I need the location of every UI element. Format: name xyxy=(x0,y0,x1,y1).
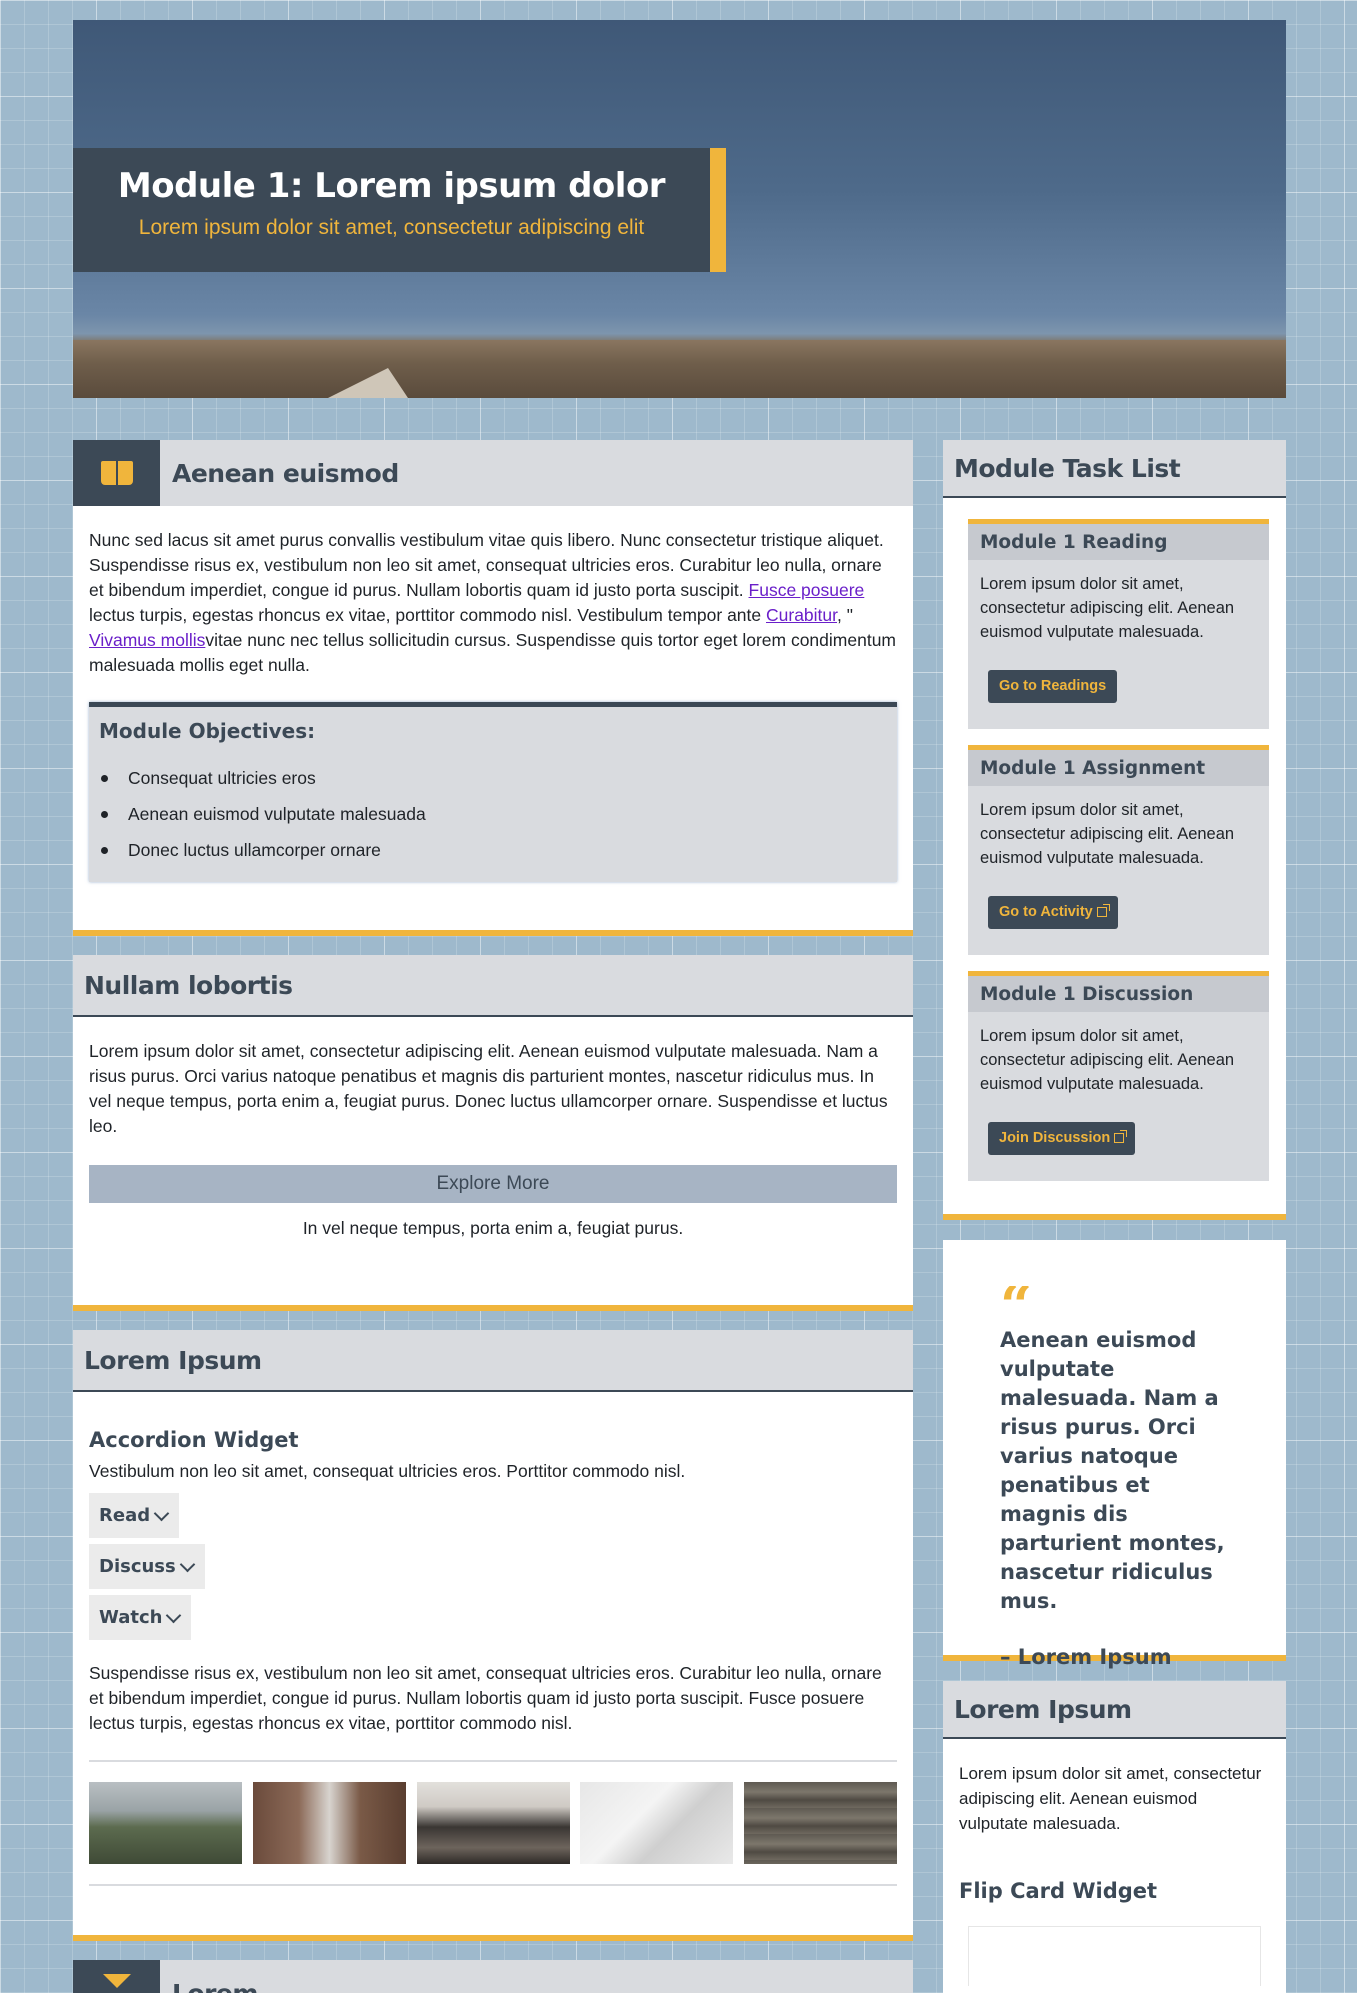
external-link-icon xyxy=(1096,904,1110,917)
accordion-label: Discuss xyxy=(99,1556,176,1577)
quote-icon: “ xyxy=(1000,1286,1236,1316)
task-title: Module 1 Reading xyxy=(968,524,1269,560)
go-to-activity-button[interactable]: Go to Activity xyxy=(988,896,1118,929)
task-list-title: Module Task List xyxy=(954,453,1181,483)
accordion-intro: Vestibulum non leo sit amet, consequat u… xyxy=(89,1461,686,1481)
list-item: Aenean euismod vulputate malesuada xyxy=(99,796,887,832)
section-paragraph: Nunc sed lacus sit amet purus convallis … xyxy=(89,528,897,678)
book-open-icon xyxy=(100,461,133,485)
section-paragraph: Suspendisse risus ex, vestibulum non leo… xyxy=(89,1663,882,1733)
task-description: Lorem ipsum dolor sit amet, consectetur … xyxy=(980,1027,1235,1093)
section-nullam-lobortis: Nullam lobortis Lorem ipsum dolor sit am… xyxy=(73,955,913,1311)
hero-banner: Module 1: Lorem ipsum dolor Lorem ipsum … xyxy=(73,20,1286,398)
side-lorem-ipsum: Lorem Ipsum Lorem ipsum dolor sit amet, … xyxy=(943,1681,1286,1993)
section-header: Aenean euismod xyxy=(73,440,913,506)
link-vivamus-mollis[interactable]: Vivamus mollis xyxy=(89,630,205,650)
accordion-item-watch[interactable]: Watch xyxy=(89,1595,192,1641)
accordion-item-read[interactable]: Read xyxy=(89,1493,180,1539)
paragraph-text: lectus turpis, egestas rhoncus ex vitae,… xyxy=(89,605,766,625)
section-title: Lorem Ipsum xyxy=(84,1345,262,1375)
section-title: Nullam lobortis xyxy=(84,970,293,1000)
button-caption: In vel neque tempus, porta enim a, feugi… xyxy=(302,1218,684,1238)
task-list-header: Module Task List xyxy=(943,440,1286,498)
external-link-icon xyxy=(1114,1130,1128,1143)
quote-author: – Lorem Ipsum xyxy=(1000,1645,1172,1669)
gallery-image-wood[interactable] xyxy=(744,1782,897,1864)
section-header: Lorem xyxy=(73,1960,913,1993)
accordion-widget-title: Accordion Widget xyxy=(89,1428,299,1452)
link-fusce-posuere[interactable]: Fusce posuere xyxy=(749,580,865,600)
button-label: Go to Readings xyxy=(999,678,1107,694)
hero-road xyxy=(328,368,408,398)
chevron-down-icon xyxy=(179,1556,196,1572)
explore-more-button[interactable]: Explore More xyxy=(89,1165,897,1203)
link-curabitur[interactable]: Curabitur xyxy=(766,605,837,625)
section-body: Nunc sed lacus sit amet purus convallis … xyxy=(73,506,913,882)
page-title: Module 1: Lorem ipsum dolor xyxy=(117,166,666,206)
hero-title-panel: Module 1: Lorem ipsum dolor Lorem ipsum … xyxy=(73,148,726,272)
join-discussion-button[interactable]: Join Discussion xyxy=(988,1122,1136,1155)
task-reading: Module 1 Reading Lorem ipsum dolor sit a… xyxy=(968,519,1269,729)
list-item: Consequat ultricies eros xyxy=(99,760,887,796)
section-title: Lorem Ipsum xyxy=(954,1694,1132,1724)
gallery-image-mountains[interactable] xyxy=(89,1782,242,1864)
section-title: Lorem xyxy=(172,1978,258,1993)
section-lorem-ipsum: Lorem Ipsum Accordion Widget Vestibulum … xyxy=(73,1330,913,1941)
page-subtitle: Lorem ipsum dolor sit amet, consectetur … xyxy=(138,216,645,239)
button-label: Join Discussion xyxy=(999,1130,1111,1146)
section-lorem: Lorem xyxy=(73,1960,913,1993)
module-task-list: Module Task List Module 1 Reading Lorem … xyxy=(943,440,1286,1220)
chevron-down-icon xyxy=(166,1607,182,1623)
section-header: Lorem Ipsum xyxy=(73,1330,913,1392)
go-to-readings-button[interactable]: Go to Readings xyxy=(988,670,1118,703)
task-discussion: Module 1 Discussion Lorem ipsum dolor si… xyxy=(968,971,1269,1181)
hero-landscape xyxy=(73,340,1286,398)
gallery-image-desk[interactable] xyxy=(580,1782,734,1864)
accordion: Read Discuss Watch xyxy=(89,1488,897,1641)
task-title: Module 1 Discussion xyxy=(968,976,1269,1012)
section-aenean-euismod: Aenean euismod Nunc sed lacus sit amet p… xyxy=(73,440,913,936)
flip-card[interactable] xyxy=(968,1926,1261,1986)
paragraph-text: vitae nunc nec tellus sollicitudin cursu… xyxy=(89,630,897,675)
side-card-text: Lorem ipsum dolor sit amet, consectetur … xyxy=(959,1764,1262,1833)
section-icon-box xyxy=(73,1960,160,1993)
section-paragraph: Lorem ipsum dolor sit amet, consectetur … xyxy=(89,1041,888,1136)
task-description: Lorem ipsum dolor sit amet, consectetur … xyxy=(980,801,1235,867)
objectives-title: Module Objectives: xyxy=(99,719,316,743)
accordion-label: Watch xyxy=(99,1607,163,1628)
section-body: Lorem ipsum dolor sit amet, consectetur … xyxy=(73,1017,913,1241)
accordion-item-discuss[interactable]: Discuss xyxy=(89,1544,205,1590)
button-label: Go to Activity xyxy=(999,904,1093,920)
image-gallery xyxy=(89,1760,897,1886)
quote-card: “ Aenean euismod vulputate malesuada. Na… xyxy=(943,1240,1286,1669)
task-description: Lorem ipsum dolor sit amet, consectetur … xyxy=(980,575,1235,641)
quote-text: Aenean euismod vulputate malesuada. Nam … xyxy=(1000,1328,1225,1613)
section-body: Accordion Widget Vestibulum non leo sit … xyxy=(73,1428,913,1886)
hourglass-icon xyxy=(102,1974,131,1988)
paragraph-text: , " xyxy=(837,605,853,625)
module-objectives-box: Module Objectives: Consequat ultricies e… xyxy=(89,702,897,882)
chevron-down-icon xyxy=(153,1505,170,1521)
gallery-image-alley[interactable] xyxy=(252,1782,406,1864)
section-body: Lorem ipsum dolor sit amet, consectetur … xyxy=(943,1739,1286,1986)
gallery-image-shop[interactable] xyxy=(416,1782,570,1864)
flip-card-title: Flip Card Widget xyxy=(959,1879,1158,1903)
section-title: Aenean euismod xyxy=(172,458,399,488)
list-item: Donec luctus ullamcorper ornare xyxy=(99,832,887,868)
section-header: Nullam lobortis xyxy=(73,955,913,1017)
section-header: Lorem Ipsum xyxy=(943,1681,1286,1739)
objectives-list: Consequat ultricies eros Aenean euismod … xyxy=(99,760,887,868)
section-icon-box xyxy=(73,440,160,506)
task-title: Module 1 Assignment xyxy=(968,750,1269,786)
accordion-label: Read xyxy=(99,1505,151,1526)
task-assignment: Module 1 Assignment Lorem ipsum dolor si… xyxy=(968,745,1269,955)
